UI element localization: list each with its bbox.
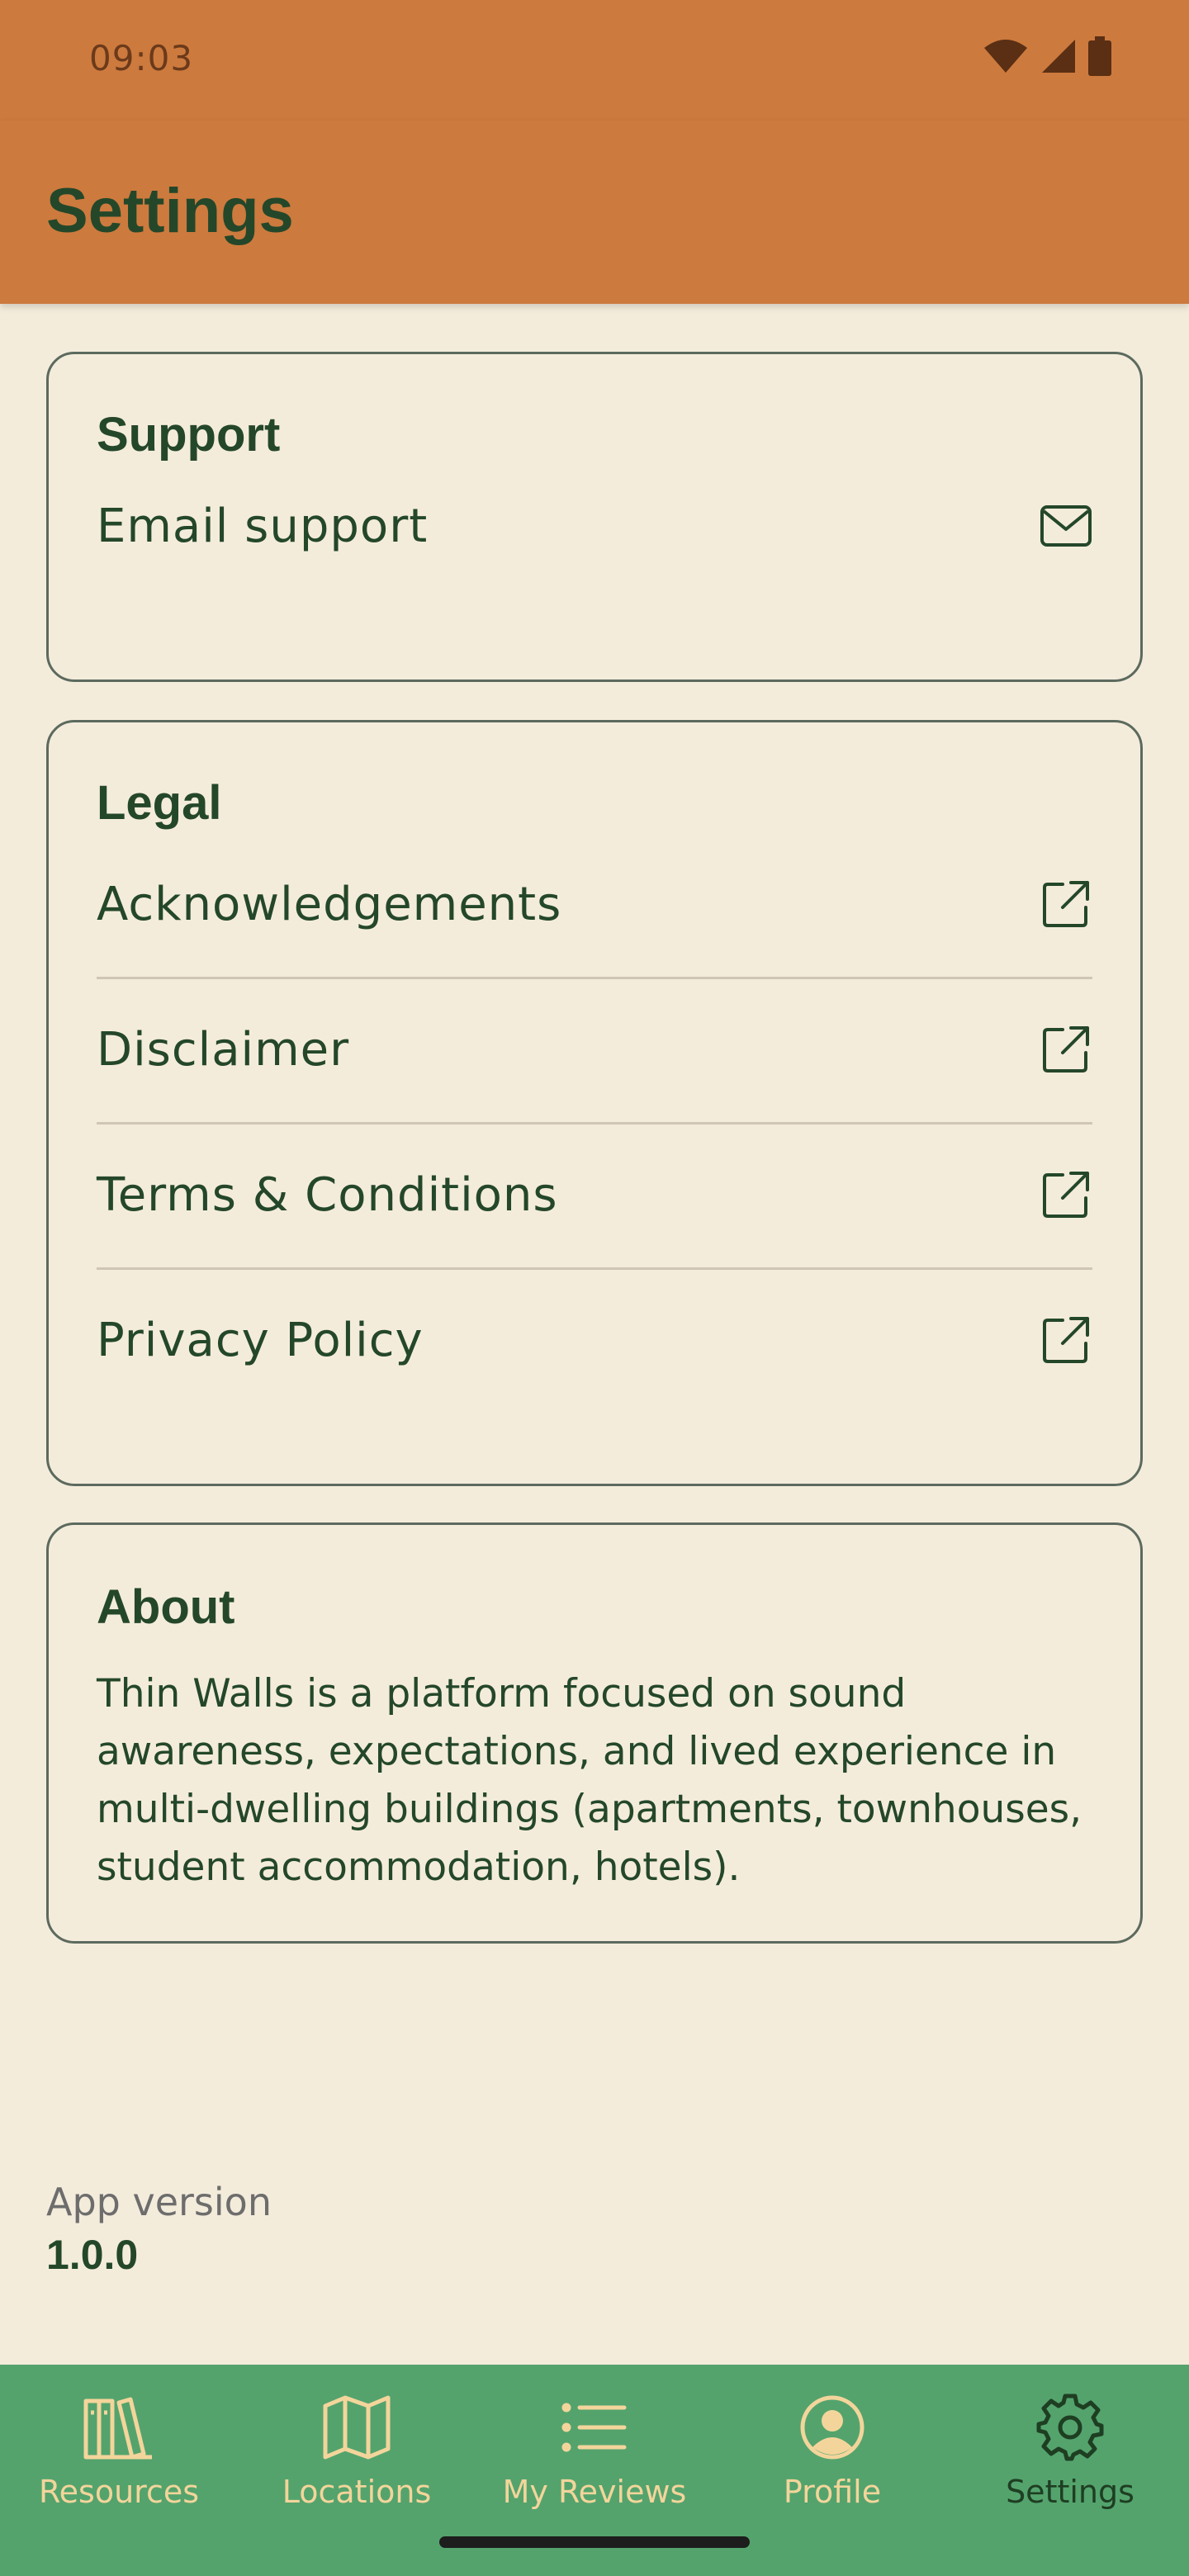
- disclaimer-label: Disclaimer: [97, 1022, 350, 1077]
- about-section-title: About: [97, 1580, 235, 1634]
- legal-section-title: Legal: [97, 776, 222, 830]
- about-card: About Thin Walls is a platform focused o…: [46, 1522, 1143, 1944]
- cellular-signal-icon: [1042, 40, 1075, 73]
- page-title: Settings: [46, 176, 294, 246]
- gear-icon: [1030, 2388, 1110, 2467]
- wifi-icon: [984, 40, 1027, 73]
- external-link-icon: [1040, 1023, 1092, 1076]
- nav-my-reviews-label: My Reviews: [502, 2474, 687, 2510]
- about-description: Thin Walls is a platform focused on soun…: [97, 1671, 1082, 1890]
- legal-card: Legal Acknowledgements Disclaimer Terms …: [46, 720, 1143, 1486]
- nav-resources-label: Resources: [38, 2474, 200, 2510]
- acknowledgements-label: Acknowledgements: [97, 877, 562, 931]
- external-link-icon: [1040, 1168, 1092, 1221]
- mail-icon: [1040, 500, 1092, 552]
- profile-icon: [793, 2388, 872, 2467]
- nav-profile-label: Profile: [783, 2474, 882, 2510]
- acknowledgements-item[interactable]: Acknowledgements: [97, 831, 1092, 979]
- nav-settings-label: Settings: [1006, 2474, 1135, 2510]
- app-version-value: 1.0.0: [46, 2232, 139, 2278]
- privacy-policy-label: Privacy Policy: [97, 1313, 424, 1367]
- books-icon: [79, 2388, 159, 2467]
- disclaimer-item[interactable]: Disclaimer: [97, 977, 1092, 1125]
- map-icon: [317, 2388, 396, 2467]
- status-icons: [983, 36, 1111, 76]
- nav-settings[interactable]: Settings: [951, 2365, 1189, 2576]
- external-link-icon: [1040, 878, 1092, 930]
- status-time: 09:03: [89, 38, 194, 78]
- email-support-item[interactable]: Email support: [97, 453, 1092, 599]
- battery-icon: [1088, 36, 1111, 76]
- privacy-policy-item[interactable]: Privacy Policy: [97, 1267, 1092, 1413]
- app-version-label: App version: [46, 2180, 272, 2224]
- email-support-label: Email support: [97, 499, 429, 553]
- nav-resources[interactable]: Resources: [0, 2365, 238, 2576]
- terms-conditions-label: Terms & Conditions: [97, 1167, 558, 1222]
- external-link-icon: [1040, 1314, 1092, 1366]
- nav-locations-label: Locations: [282, 2474, 432, 2510]
- list-icon: [555, 2388, 634, 2467]
- app-bar: Settings: [0, 121, 1189, 304]
- home-indicator[interactable]: [439, 2536, 750, 2548]
- support-card: Support Email support: [46, 352, 1143, 682]
- status-bar: 09:03: [0, 0, 1189, 121]
- terms-conditions-item[interactable]: Terms & Conditions: [97, 1122, 1092, 1270]
